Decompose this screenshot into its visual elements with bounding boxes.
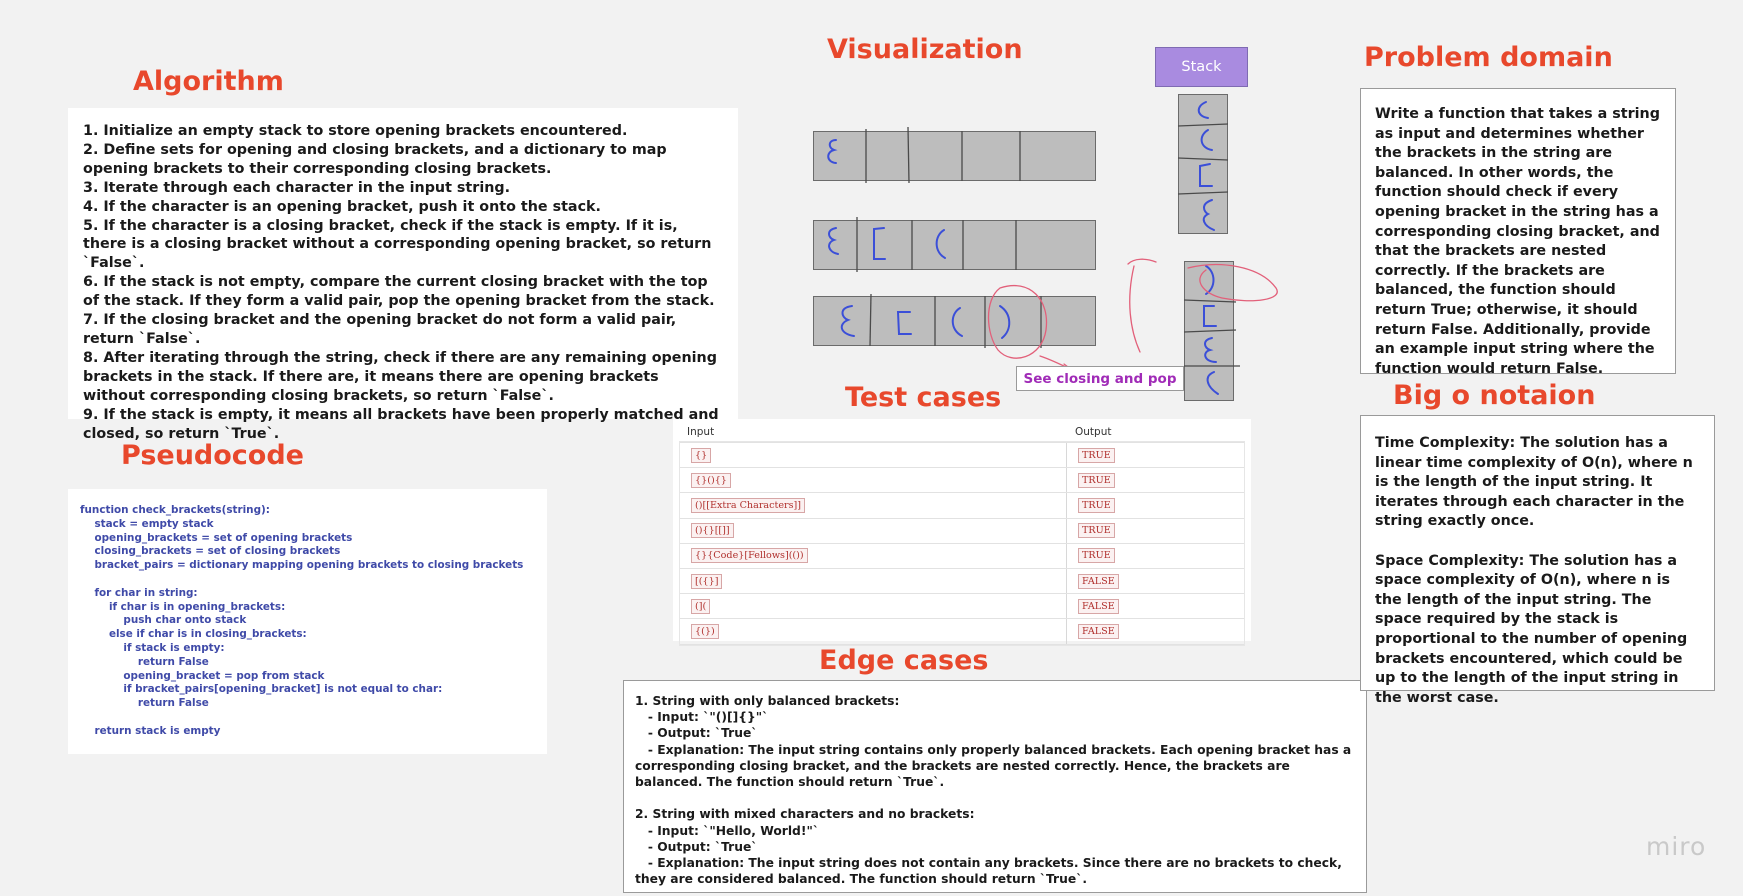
output-column-header: Output <box>1075 426 1112 438</box>
test-output: TRUE <box>1078 497 1115 513</box>
test-output: TRUE <box>1078 472 1115 488</box>
test-input: (){}[[]] <box>691 523 734 539</box>
problem-domain-text: Write a function that takes a string as … <box>1375 106 1660 377</box>
test-input: {} <box>691 447 712 463</box>
input-column-header: Input <box>687 426 715 438</box>
space-complexity-text: Space Complexity: The solution has a spa… <box>1375 552 1688 706</box>
test-input: {(}) <box>691 623 719 639</box>
test-output: TRUE <box>1078 548 1115 564</box>
time-complexity-text: Time Complexity: The solution has a line… <box>1375 435 1693 530</box>
edge-case-line: - Explanation: The input string contains… <box>635 742 1356 790</box>
table-header: Input Output <box>679 423 1245 441</box>
test-output: TRUE <box>1078 523 1115 539</box>
edge-case-line: - Output: `True` <box>635 726 758 741</box>
table-row: {}{Code}[Fellows](()) TRUE <box>680 542 1244 568</box>
table-body: {} TRUE {}(){} TRUE ()[[Extra Characters… <box>679 441 1245 646</box>
edge-cases-card[interactable]: 1. String with only balanced brackets: -… <box>623 680 1367 893</box>
big-o-card[interactable]: Time Complexity: The solution has a line… <box>1360 415 1715 706</box>
table-row: (]( FALSE <box>680 593 1244 619</box>
test-output: TRUE <box>1078 447 1115 463</box>
table-row: {(}) FALSE <box>680 618 1244 645</box>
table-row: (){}[[]] TRUE <box>680 517 1244 543</box>
test-input: {}{Code}[Fellows](()) <box>691 548 808 564</box>
edge-case-line: 2. String with mixed characters and no b… <box>635 807 975 822</box>
edge-case-line: 1. String with only balanced brackets: <box>635 694 900 708</box>
table-row: ()[[Extra Characters]] TRUE <box>680 492 1244 518</box>
edge-case-line: - Explanation: The input string does not… <box>635 856 1347 887</box>
see-closing-and-pop-note[interactable]: See closing and pop <box>1016 366 1184 391</box>
table-row: {}(){} TRUE <box>680 467 1244 493</box>
table-row: {} TRUE <box>680 442 1244 468</box>
miro-watermark: miro <box>1646 832 1707 861</box>
problem-domain-card[interactable]: Write a function that takes a string as … <box>1360 88 1676 377</box>
test-input: ()[[Extra Characters]] <box>691 497 806 513</box>
test-input: [({}] <box>691 573 723 589</box>
test-output: FALSE <box>1078 623 1119 639</box>
test-output: FALSE <box>1078 573 1119 589</box>
test-input: (]( <box>691 598 711 614</box>
edge-case-line: - Input: `"()[]{}"` <box>635 710 769 725</box>
edge-case-line: - Input: `"Hello, World!"` <box>635 823 820 838</box>
edge-case-line: - Output: `True` <box>635 839 758 854</box>
test-cases-table[interactable]: Input Output {} TRUE {}(){} TRUE ()[[Ext… <box>673 419 1251 646</box>
table-row: [({}] FALSE <box>680 567 1244 594</box>
edge-case-line <box>635 790 1355 806</box>
test-input: {}(){} <box>691 472 731 488</box>
test-output: FALSE <box>1078 598 1119 614</box>
